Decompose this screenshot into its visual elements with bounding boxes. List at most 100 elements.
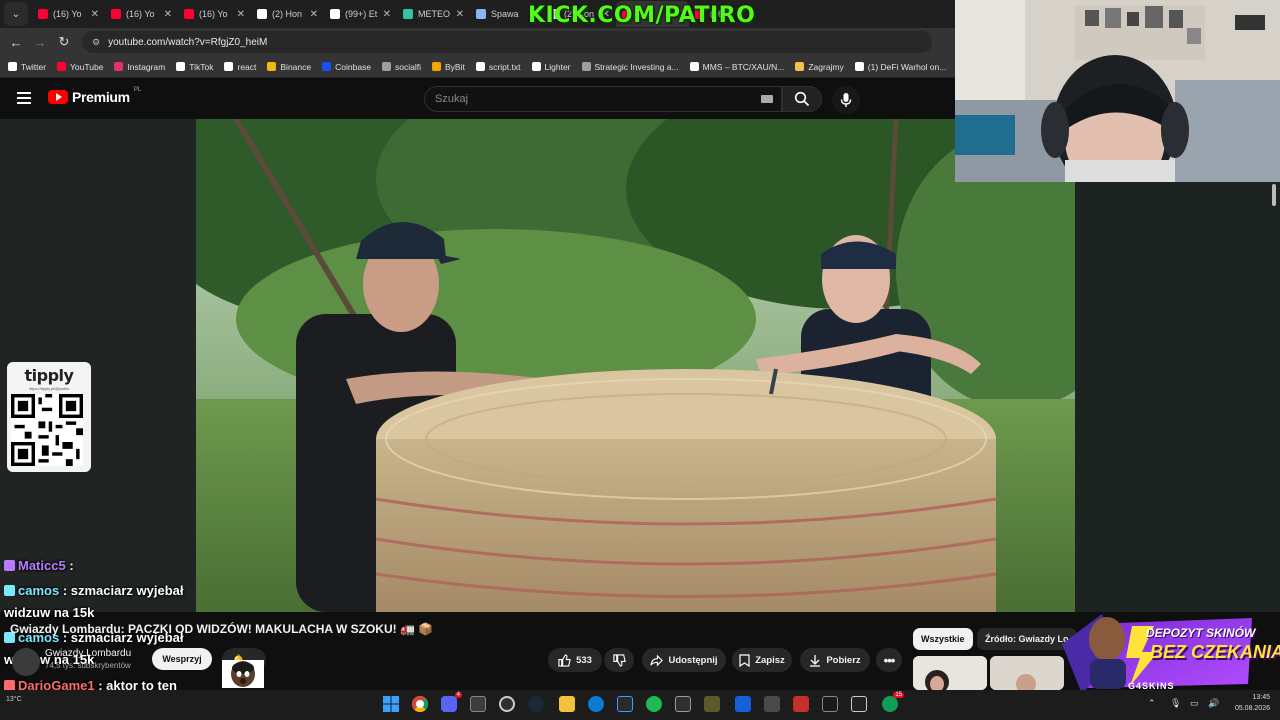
back-arrow-icon[interactable]: ← xyxy=(4,35,28,50)
download-icon xyxy=(810,654,821,667)
dislike-button[interactable] xyxy=(604,648,634,672)
vscode-icon[interactable] xyxy=(735,696,751,712)
close-tab-icon[interactable]: ✕ xyxy=(456,9,464,20)
video-player[interactable] xyxy=(196,119,1075,612)
share-button[interactable]: Udostępnij xyxy=(642,648,726,672)
close-tab-icon[interactable]: ✕ xyxy=(383,9,391,20)
volume-icon[interactable]: 🔊 xyxy=(1208,698,1219,709)
bookmark-label: TikTok xyxy=(189,61,214,72)
chevron-up-icon[interactable]: ⌃ xyxy=(1148,698,1156,709)
bookmark-item[interactable]: TikTok xyxy=(176,62,213,72)
close-tab-icon[interactable]: ✕ xyxy=(237,9,245,20)
browser-tab[interactable]: (16) Yo ✕ xyxy=(32,1,105,27)
address-bar[interactable]: ⚙ youtube.com/watch?v=RfgjZ0_heiM xyxy=(82,31,932,53)
bookmark-label: Binance xyxy=(280,61,312,72)
save-button[interactable]: Zapisz xyxy=(732,648,792,672)
clock-time[interactable]: 13:45 xyxy=(1226,694,1270,701)
close-tab-icon[interactable]: ✕ xyxy=(91,9,99,20)
bookmark-item[interactable]: (1) DeFi Warhol on... xyxy=(854,61,947,72)
network-icon[interactable]: ▭ xyxy=(1190,698,1199,709)
bookmark-favicon-icon xyxy=(267,62,277,71)
channel-name[interactable]: Gwiazdy Lombardu xyxy=(45,648,131,659)
tipply-qr-card: tipply https://tipply.pl/@patiro xyxy=(7,362,91,472)
browser-tab[interactable]: (16) Yo ✕ xyxy=(105,1,178,27)
steam-notification-badge: 15 xyxy=(893,692,904,698)
support-button[interactable]: Wesprzyj xyxy=(152,648,212,670)
bookmark-item[interactable]: MMS – BTC/XAU/N... xyxy=(689,62,784,72)
bookmark-item[interactable]: Strategic Investing a... xyxy=(581,62,679,72)
bookmark-item[interactable]: Zagrajmy xyxy=(795,62,844,72)
discord-notification-badge: 4 xyxy=(454,692,462,698)
bookmarks-bar: Twitter YouTube Instagram TikTok react Binanc… xyxy=(0,56,955,78)
bookmark-item[interactable]: ByBit xyxy=(432,62,465,72)
share-label: Udostępnij xyxy=(668,654,718,666)
browser-tab[interactable]: METEO ✕ xyxy=(397,1,470,27)
search-input[interactable]: Szukaj xyxy=(424,86,782,112)
bookmark-item[interactable]: socialfi xyxy=(382,62,421,72)
youtube-logo[interactable]: Premium PL xyxy=(48,87,141,105)
edge-icon[interactable] xyxy=(588,696,604,712)
clock-date[interactable]: 05.08.2026 xyxy=(1226,705,1270,712)
bookmark-item[interactable]: react xyxy=(224,62,256,72)
microphone-tray-icon[interactable]: 🎙 xyxy=(1170,698,1181,709)
download-label: Pobierz xyxy=(826,654,861,666)
bookmark-favicon-icon xyxy=(795,62,805,71)
browser-tab[interactable]: (2) Hon ✕ xyxy=(251,1,324,27)
bookmark-favicon-icon xyxy=(475,62,485,71)
bookmark-favicon-icon xyxy=(531,62,541,71)
close-tab-icon[interactable]: ✕ xyxy=(310,9,318,20)
site-info-icon[interactable]: ⚙ xyxy=(92,37,100,48)
bookmark-label: Twitter xyxy=(21,61,47,72)
close-tab-icon[interactable]: ✕ xyxy=(164,9,172,20)
search-button[interactable] xyxy=(782,86,822,112)
tab-search-button[interactable]: ⌄ xyxy=(4,2,28,26)
notion-icon[interactable] xyxy=(851,696,867,712)
notepad-icon[interactable] xyxy=(470,696,486,712)
bookmark-item[interactable]: script.txt xyxy=(475,62,521,72)
share-icon xyxy=(650,654,664,666)
bookmark-label: (1) DeFi Warhol on... xyxy=(867,61,947,72)
browser-tab[interactable]: (16) Yo ✕ xyxy=(178,1,251,27)
tab-label: (16) Yo xyxy=(126,9,155,19)
file-explorer-icon[interactable] xyxy=(559,696,575,712)
page-scrollbar[interactable] xyxy=(1272,184,1276,206)
tipply-url: https://tipply.pl/@patiro xyxy=(28,386,70,391)
recorder-icon[interactable] xyxy=(793,696,809,712)
chrome-icon[interactable] xyxy=(412,696,428,712)
forward-arrow-icon[interactable]: → xyxy=(28,35,52,50)
bookmark-item[interactable]: Lighter xyxy=(531,62,571,72)
app-icon[interactable] xyxy=(764,696,780,712)
like-count: 533 xyxy=(576,654,592,666)
menu-icon[interactable] xyxy=(17,92,31,104)
telegram-icon[interactable]: 15 xyxy=(882,692,904,712)
bookmark-item[interactable]: Twitter xyxy=(8,62,46,72)
related-video-thumbnail[interactable] xyxy=(990,656,1064,690)
tab-label: (2) Hon xyxy=(272,9,303,19)
spotify-icon[interactable] xyxy=(646,696,662,712)
like-button[interactable]: 533 xyxy=(548,648,602,672)
rocket-league-icon[interactable] xyxy=(822,696,838,712)
remote-desktop-icon[interactable] xyxy=(617,696,633,712)
start-icon[interactable] xyxy=(383,696,399,712)
steam-icon[interactable] xyxy=(528,696,544,712)
bookmark-item[interactable]: Coinbase xyxy=(322,62,371,72)
bookmark-item[interactable]: Instagram xyxy=(114,62,165,72)
channel-avatar[interactable] xyxy=(12,648,40,676)
chip-all[interactable]: Wszystkie xyxy=(913,628,973,650)
bookmark-favicon-icon xyxy=(8,62,17,71)
browser-tab[interactable]: (99+) Et ✕ xyxy=(324,1,397,27)
reload-icon[interactable]: ↻ xyxy=(52,34,76,50)
download-button[interactable]: Pobierz xyxy=(800,648,870,672)
bookmark-item[interactable]: YouTube xyxy=(57,62,103,72)
discord-icon[interactable]: 4 xyxy=(441,692,462,712)
obs-icon[interactable] xyxy=(499,696,515,712)
keyboard-icon[interactable] xyxy=(761,95,773,103)
voice-search-button[interactable] xyxy=(832,86,860,114)
tab-favicon-icon xyxy=(330,9,340,19)
game-launcher-icon[interactable] xyxy=(704,696,720,712)
bookmark-item[interactable]: Binance xyxy=(267,62,311,72)
related-video-thumbnail[interactable] xyxy=(913,656,987,690)
mail-icon[interactable] xyxy=(675,696,691,712)
more-actions-button[interactable]: ••• xyxy=(876,648,902,672)
weather-widget[interactable]: 13°C xyxy=(6,696,22,703)
